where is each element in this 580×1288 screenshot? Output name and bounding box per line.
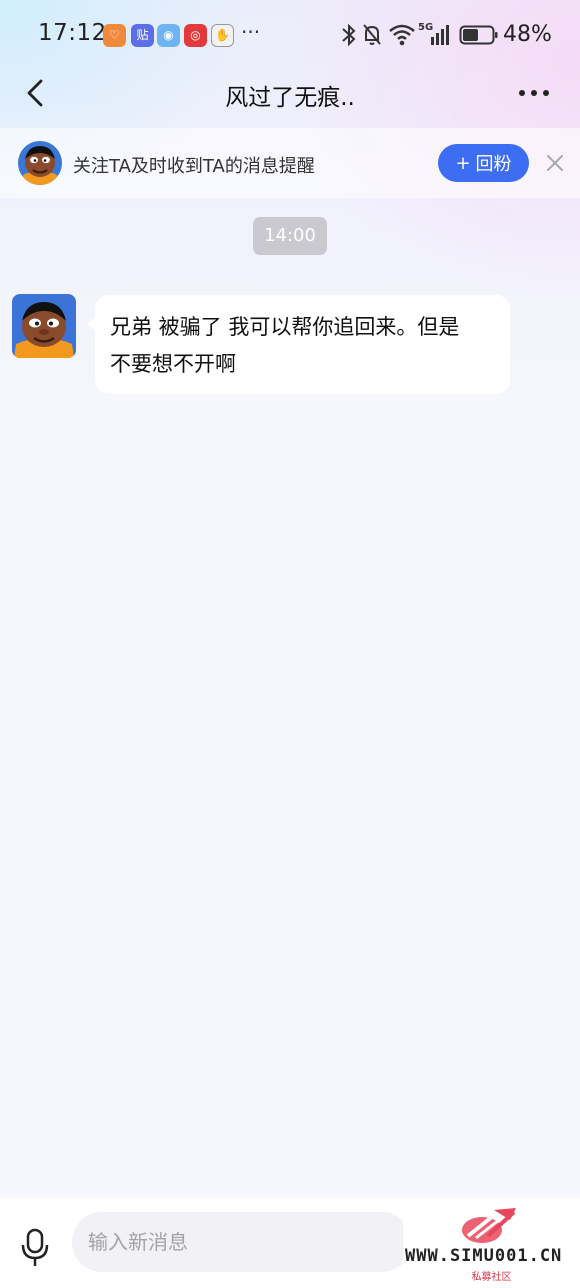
watermark-subtext: 私募社区	[471, 1272, 512, 1283]
battery-percent: 48%	[503, 22, 552, 47]
message-text-line-2: 不要想不开啊	[110, 352, 236, 376]
battery-icon	[459, 25, 498, 45]
sender-avatar[interactable]	[12, 294, 76, 358]
message-input[interactable]	[72, 1212, 412, 1272]
status-time: 17:12	[38, 20, 107, 46]
heart-app-icon: ♡	[103, 24, 126, 47]
message-bubble[interactable]: 兄弟 被骗了 我可以帮你追回来。但是 不要想不开啊	[87, 295, 510, 394]
follow-prompt-text: 关注TA及时收到TA的消息提醒	[73, 156, 315, 177]
message-timestamp: 14:00	[253, 217, 327, 255]
watermark: WWW.SIMU001.CN 私募社区	[403, 1200, 580, 1288]
game-app-icon: ◉	[157, 24, 180, 47]
bluetooth-icon	[342, 23, 356, 47]
message-text-line-1: 兄弟 被骗了 我可以帮你追回来。但是	[110, 315, 460, 339]
tieba-app-icon: 贴	[131, 24, 154, 47]
more-notifications-icon: ···	[241, 20, 261, 44]
more-options-icon[interactable]	[516, 80, 552, 106]
banner-avatar	[18, 141, 62, 185]
hand-app-icon: ✋	[211, 24, 234, 47]
chat-title: 风过了无痕..	[225, 85, 355, 111]
mute-bell-icon	[363, 24, 381, 45]
follow-banner: 关注TA及时收到TA的消息提醒 + 回粉	[0, 128, 580, 198]
follow-back-label: 回粉	[475, 154, 512, 175]
signal-icon	[431, 25, 449, 45]
watermark-text: WWW.SIMU001.CN	[405, 1246, 563, 1266]
follow-back-button[interactable]: + 回粉	[438, 144, 529, 182]
close-icon[interactable]	[543, 151, 567, 175]
status-bar: 17:12 ♡ 贴 ◉ ◎ ✋ ··· 5G 48%	[0, 0, 580, 70]
netease-music-app-icon: ◎	[184, 24, 207, 47]
wifi-icon	[389, 24, 415, 46]
microphone-icon[interactable]	[18, 1228, 52, 1268]
plus-icon: +	[455, 152, 471, 174]
watermark-logo	[462, 1208, 516, 1243]
